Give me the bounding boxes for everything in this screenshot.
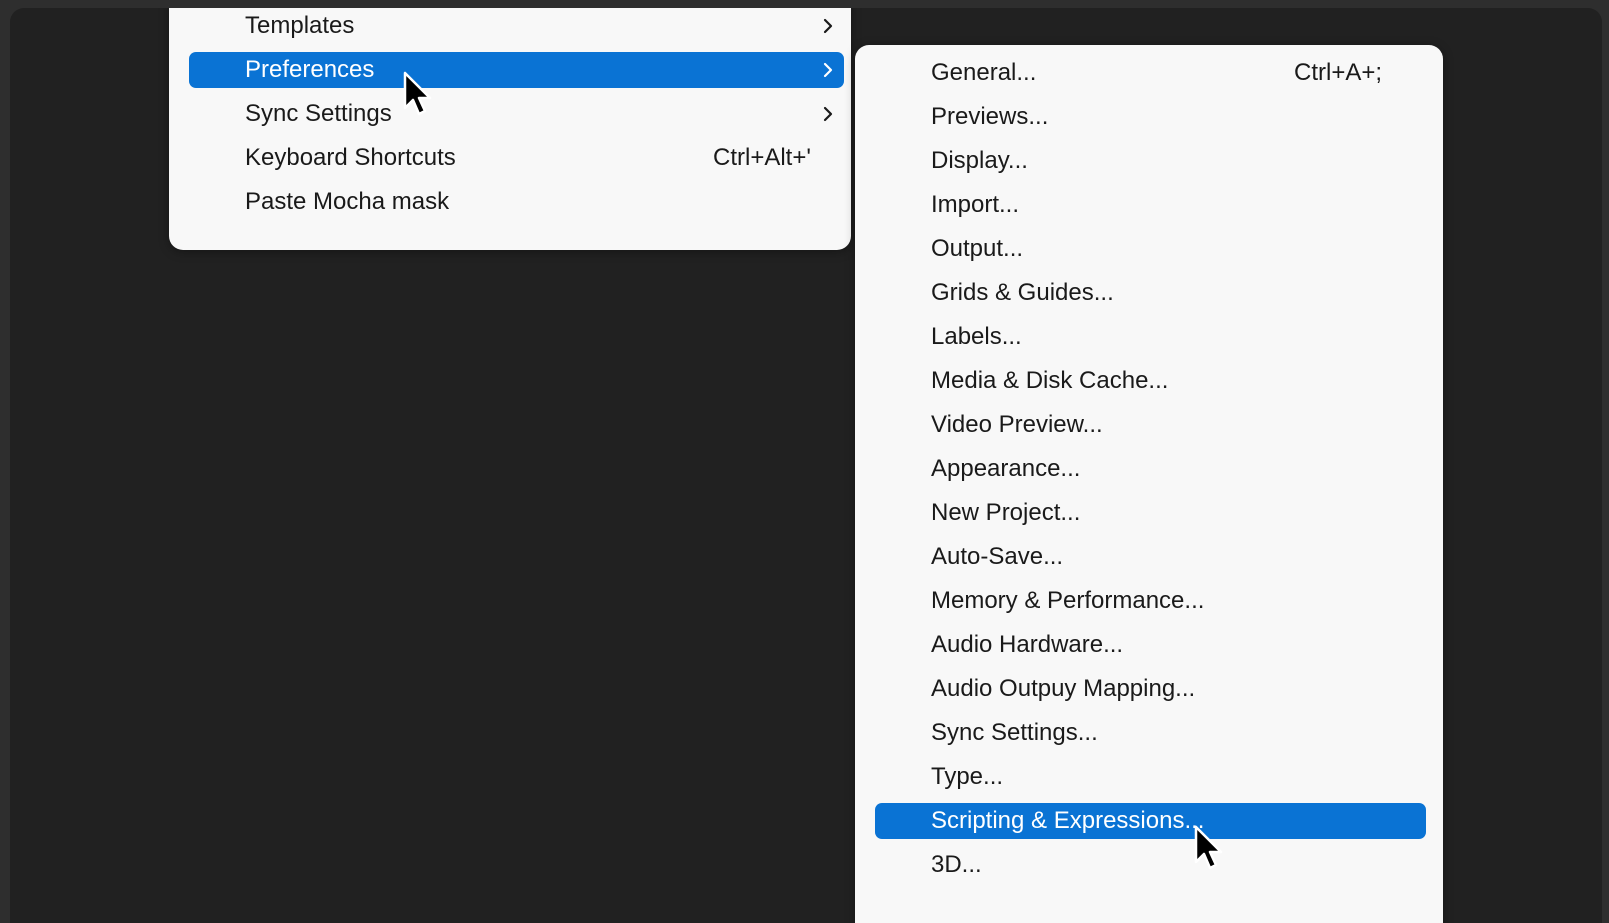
submenu-item-new-project[interactable]: New Project... xyxy=(875,495,1426,531)
submenu-item-label: Labels... xyxy=(931,323,1022,350)
menu-item-label: Paste Mocha mask xyxy=(245,188,450,215)
submenu-item-3d[interactable]: 3D... xyxy=(875,847,1426,883)
submenu-item-label: Auto-Save... xyxy=(931,543,1064,570)
submenu-item-label: General... xyxy=(931,59,1037,86)
submenu-item-label: Audio Hardware... xyxy=(931,631,1124,658)
menu-item-label: Templates xyxy=(245,12,355,39)
submenu-item-audio-output-mapping[interactable]: Audio Outpuy Mapping... xyxy=(875,671,1426,707)
chevron-right-icon xyxy=(823,62,833,78)
submenu-item-label: Appearance... xyxy=(931,455,1081,482)
submenu-item-import[interactable]: Import... xyxy=(875,187,1426,223)
chevron-right-icon xyxy=(823,18,833,34)
submenu-item-appearance[interactable]: Appearance... xyxy=(875,451,1426,487)
submenu-item-label: Previews... xyxy=(931,103,1049,130)
submenu-item-label: Grids & Guides... xyxy=(931,279,1114,306)
submenu-item-label: Type... xyxy=(931,763,1004,790)
submenu-item-label: Memory & Performance... xyxy=(931,587,1205,614)
submenu-item-grids-guides[interactable]: Grids & Guides... xyxy=(875,275,1426,311)
menu-item-label: Keyboard Shortcuts xyxy=(245,144,456,171)
submenu-item-sync-settings[interactable]: Sync Settings... xyxy=(875,715,1426,751)
submenu-item-label: Import... xyxy=(931,191,1020,218)
preferences-submenu: General... Ctrl+A+; Previews... Display.… xyxy=(855,45,1443,923)
submenu-item-label: New Project... xyxy=(931,499,1081,526)
submenu-item-output[interactable]: Output... xyxy=(875,231,1426,267)
menu-item-templates[interactable]: Templates xyxy=(189,8,844,44)
menu-item-sync-settings[interactable]: Sync Settings xyxy=(189,96,844,132)
submenu-item-label: Audio Outpuy Mapping... xyxy=(931,675,1196,702)
submenu-item-memory-performance[interactable]: Memory & Performance... xyxy=(875,583,1426,619)
submenu-item-auto-save[interactable]: Auto-Save... xyxy=(875,539,1426,575)
submenu-item-video-preview[interactable]: Video Preview... xyxy=(875,407,1426,443)
submenu-item-label: 3D... xyxy=(931,851,982,878)
menu-item-keyboard-shortcuts[interactable]: Keyboard Shortcuts Ctrl+Alt+' xyxy=(189,140,844,176)
submenu-item-type[interactable]: Type... xyxy=(875,759,1426,795)
menu-item-paste-mocha-mask[interactable]: Paste Mocha mask xyxy=(189,184,844,220)
submenu-item-labels[interactable]: Labels... xyxy=(875,319,1426,355)
submenu-item-label: Scripting & Expressions... xyxy=(931,807,1205,834)
submenu-item-label: Display... xyxy=(931,147,1028,174)
submenu-item-scripting-expressions[interactable]: Scripting & Expressions... xyxy=(875,803,1426,839)
app-background: Templates Preferences Sync Settings Keyb… xyxy=(10,8,1602,923)
submenu-item-previews[interactable]: Previews... xyxy=(875,99,1426,135)
chevron-right-icon xyxy=(823,106,833,122)
menu-item-preferences[interactable]: Preferences xyxy=(189,52,844,88)
submenu-item-shortcut: Ctrl+A+; xyxy=(1294,59,1383,86)
submenu-item-label: Video Preview... xyxy=(931,411,1103,438)
submenu-item-label: Output... xyxy=(931,235,1024,262)
submenu-item-media-disk-cache[interactable]: Media & Disk Cache... xyxy=(875,363,1426,399)
mouse-cursor-icon xyxy=(403,71,432,116)
submenu-item-audio-hardware[interactable]: Audio Hardware... xyxy=(875,627,1426,663)
submenu-item-display[interactable]: Display... xyxy=(875,143,1426,179)
submenu-item-general[interactable]: General... Ctrl+A+; xyxy=(875,55,1426,91)
submenu-item-label: Sync Settings... xyxy=(931,719,1098,746)
menu-item-label: Sync Settings xyxy=(245,100,392,127)
menu-item-shortcut: Ctrl+Alt+' xyxy=(713,144,811,171)
edit-menu: Templates Preferences Sync Settings Keyb… xyxy=(169,8,851,250)
menu-item-label: Preferences xyxy=(245,56,375,83)
submenu-item-label: Media & Disk Cache... xyxy=(931,367,1169,394)
mouse-cursor-icon xyxy=(1194,825,1223,870)
